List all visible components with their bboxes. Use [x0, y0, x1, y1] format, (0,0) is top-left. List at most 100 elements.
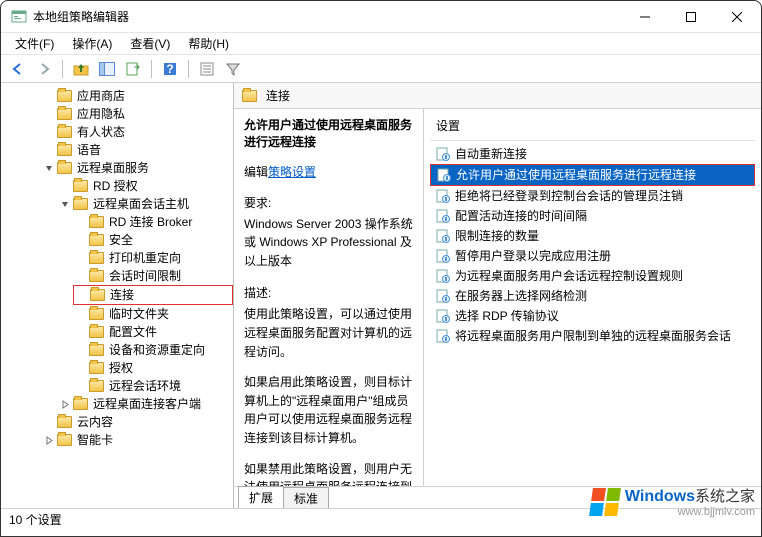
tree-twisty-icon[interactable] [59, 398, 71, 410]
tree-twisty-icon [76, 289, 88, 301]
back-button[interactable] [7, 58, 29, 80]
tree-item[interactable]: 远程桌面会话主机 [57, 195, 233, 213]
tree-item[interactable]: 云内容 [41, 413, 233, 431]
setting-item[interactable]: 限制连接的数量 [430, 226, 755, 246]
minimize-button[interactable] [631, 3, 659, 31]
show-hide-tree-button[interactable] [96, 58, 118, 80]
menu-help[interactable]: 帮助(H) [180, 33, 237, 54]
tree-node: 配置文件 [73, 323, 233, 341]
properties-button[interactable] [196, 58, 218, 80]
up-button[interactable] [70, 58, 92, 80]
watermark-url: www.bjjmlv.com [625, 506, 755, 518]
tree-item[interactable]: 授权 [73, 359, 233, 377]
settings-column-header[interactable]: 设置 [430, 115, 755, 141]
setting-label: 为远程桌面服务用户会话远程控制设置规则 [455, 267, 683, 285]
setting-item[interactable]: 配置活动连接的时间间隔 [430, 206, 755, 226]
folder-icon [73, 398, 88, 410]
tree-twisty-icon [75, 216, 87, 228]
tree-node: 安全 [73, 231, 233, 249]
setting-item[interactable]: 允许用户通过使用远程桌面服务进行远程连接 [430, 164, 755, 186]
close-button[interactable] [723, 3, 751, 31]
details-header-title: 连接 [266, 87, 290, 104]
setting-item[interactable]: 选择 RDP 传输协议 [430, 306, 755, 326]
folder-icon [57, 126, 72, 138]
status-text: 10 个设置 [9, 511, 62, 528]
tree-item[interactable]: 会话时间限制 [73, 267, 233, 285]
folder-icon [89, 344, 104, 356]
edit-policy-link[interactable]: 策略设置 [268, 165, 316, 179]
watermark: Windows系统之家 www.bjjmlv.com [591, 485, 755, 518]
tree-item[interactable]: 智能卡 [41, 431, 233, 449]
tree-twisty-icon[interactable] [59, 198, 71, 210]
policy-setting-icon [436, 269, 450, 283]
tree-item[interactable]: 远程会话环境 [73, 377, 233, 395]
windows-logo-icon [589, 488, 621, 516]
tree-node: 语音 [41, 141, 233, 159]
tree-node: 会话时间限制 [73, 267, 233, 285]
menu-file[interactable]: 文件(F) [7, 33, 62, 54]
tree-node: 授权 [73, 359, 233, 377]
tree-node: 打印机重定向 [73, 249, 233, 267]
tree-item[interactable]: 设备和资源重定向 [73, 341, 233, 359]
setting-item[interactable]: 将远程桌面服务用户限制到单独的远程桌面服务会话 [430, 326, 755, 346]
setting-label: 选择 RDP 传输协议 [455, 307, 559, 325]
tree-item[interactable]: 语音 [41, 141, 233, 159]
setting-item[interactable]: 在服务器上选择网络检测 [430, 286, 755, 306]
tree-item[interactable]: 连接 [73, 285, 233, 305]
policy-setting-icon [436, 329, 450, 343]
tree-item[interactable]: 应用商店 [41, 87, 233, 105]
settings-list-pane[interactable]: 设置 自动重新连接允许用户通过使用远程桌面服务进行远程连接拒绝将已经登录到控制台… [424, 109, 761, 486]
menu-view[interactable]: 查看(V) [122, 33, 178, 54]
tree-node: 远程会话环境 [73, 377, 233, 395]
help-button[interactable]: ? [159, 58, 181, 80]
tree-item-label: 语音 [77, 141, 101, 159]
tree-item[interactable]: 安全 [73, 231, 233, 249]
setting-item[interactable]: 拒绝将已经登录到控制台会话的管理员注销 [430, 186, 755, 206]
tree-item[interactable]: 临时文件夹 [73, 305, 233, 323]
tree-twisty-icon [75, 362, 87, 374]
folder-icon [90, 289, 105, 301]
tree-node: 设备和资源重定向 [73, 341, 233, 359]
svg-text:?: ? [166, 62, 173, 76]
folder-icon [57, 144, 72, 156]
folder-icon [57, 90, 72, 102]
tree-item[interactable]: 打印机重定向 [73, 249, 233, 267]
tree-node: 应用隐私 [41, 105, 233, 123]
tree-node: 远程桌面会话主机RD 连接 Broker安全打印机重定向会话时间限制连接临时文件… [57, 195, 233, 395]
setting-item[interactable]: 为远程桌面服务用户会话远程控制设置规则 [430, 266, 755, 286]
tree-twisty-icon [75, 344, 87, 356]
setting-label: 在服务器上选择网络检测 [455, 287, 587, 305]
tree-item-label: 应用商店 [77, 87, 125, 105]
tree-twisty-icon [43, 126, 55, 138]
tree-pane[interactable]: 应用商店应用隐私有人状态语音远程桌面服务RD 授权远程桌面会话主机RD 连接 B… [1, 83, 234, 508]
forward-button[interactable] [33, 58, 55, 80]
tree-item-label: 远程桌面服务 [77, 159, 149, 177]
tree-item[interactable]: 远程桌面连接客户端 [57, 395, 233, 413]
tree-node: 连接 [73, 285, 233, 305]
tree-item[interactable]: RD 连接 Broker [73, 213, 233, 231]
window-controls [631, 3, 751, 31]
filter-button[interactable] [222, 58, 244, 80]
tree-item[interactable]: 配置文件 [73, 323, 233, 341]
maximize-button[interactable] [677, 3, 705, 31]
tree-item[interactable]: 远程桌面服务 [41, 159, 233, 177]
tree-item-label: 远程桌面会话主机 [93, 195, 189, 213]
policy-tree: 应用商店应用隐私有人状态语音远程桌面服务RD 授权远程桌面会话主机RD 连接 B… [3, 87, 233, 449]
watermark-text: Windows系统之家 www.bjjmlv.com [625, 485, 755, 518]
tree-twisty-icon [59, 180, 71, 192]
tree-item[interactable]: 应用隐私 [41, 105, 233, 123]
folder-icon [89, 234, 104, 246]
tree-twisty-icon [75, 380, 87, 392]
tree-twisty-icon[interactable] [43, 162, 55, 174]
tree-twisty-icon[interactable] [43, 434, 55, 446]
tree-item[interactable]: 有人状态 [41, 123, 233, 141]
tab-standard[interactable]: 标准 [283, 487, 329, 508]
menu-action[interactable]: 操作(A) [64, 33, 120, 54]
setting-label: 配置活动连接的时间间隔 [455, 207, 587, 225]
folder-icon [89, 326, 104, 338]
tree-item[interactable]: RD 授权 [57, 177, 233, 195]
setting-item[interactable]: 暂停用户登录以完成应用注册 [430, 246, 755, 266]
export-button[interactable] [122, 58, 144, 80]
setting-item[interactable]: 自动重新连接 [430, 144, 755, 164]
tab-extended[interactable]: 扩展 [238, 486, 284, 508]
